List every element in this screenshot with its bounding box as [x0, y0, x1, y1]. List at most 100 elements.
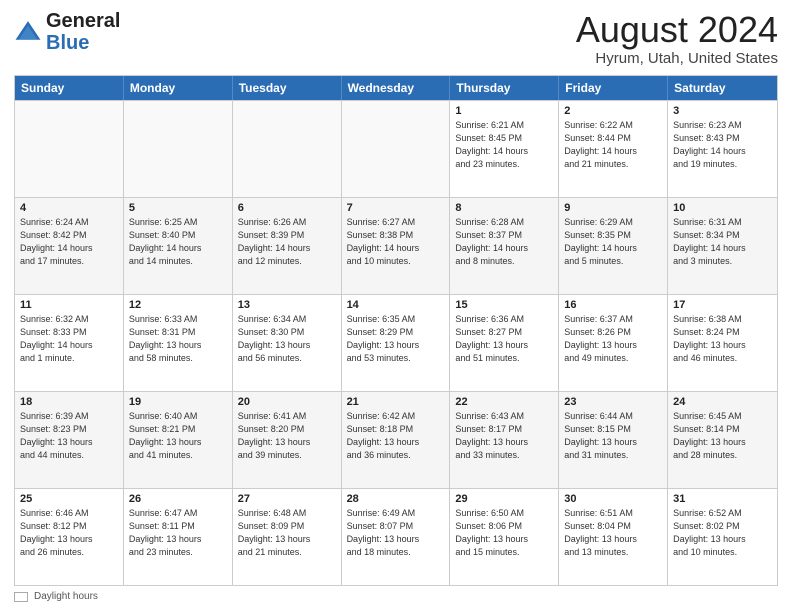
- day-info: Sunrise: 6:42 AM Sunset: 8:18 PM Dayligh…: [347, 410, 445, 462]
- day-cell-31: 31 Sunrise: 6:52 AM Sunset: 8:02 PM Dayli…: [668, 489, 777, 585]
- day-cell-2: 2 Sunrise: 6:22 AM Sunset: 8:44 PM Daylig…: [559, 101, 668, 197]
- day-info: Sunrise: 6:32 AM Sunset: 8:33 PM Dayligh…: [20, 313, 118, 365]
- day-header-friday: Friday: [559, 76, 668, 100]
- day-info: Sunrise: 6:44 AM Sunset: 8:15 PM Dayligh…: [564, 410, 662, 462]
- day-number: 7: [347, 202, 445, 214]
- page-title: August 2024: [576, 10, 778, 50]
- day-number: 6: [238, 202, 336, 214]
- day-number: 2: [564, 105, 662, 117]
- day-info: Sunrise: 6:36 AM Sunset: 8:27 PM Dayligh…: [455, 313, 553, 365]
- day-info: Sunrise: 6:29 AM Sunset: 8:35 PM Dayligh…: [564, 216, 662, 268]
- day-info: Sunrise: 6:49 AM Sunset: 8:07 PM Dayligh…: [347, 507, 445, 559]
- day-number: 24: [673, 396, 772, 408]
- empty-cell: [124, 101, 233, 197]
- day-info: Sunrise: 6:39 AM Sunset: 8:23 PM Dayligh…: [20, 410, 118, 462]
- day-cell-9: 9 Sunrise: 6:29 AM Sunset: 8:35 PM Daylig…: [559, 198, 668, 294]
- day-cell-29: 29Sunrise: 6:50 AM Sunset: 8:06 PM Dayli…: [450, 489, 559, 585]
- day-number: 12: [129, 299, 227, 311]
- day-cell-21: 21 Sunrise: 6:42 AM Sunset: 8:18 PM Dayli…: [342, 392, 451, 488]
- day-number: 4: [20, 202, 118, 214]
- day-number: 26: [129, 493, 227, 505]
- day-info: Sunrise: 6:46 AM Sunset: 8:12 PM Dayligh…: [20, 507, 118, 559]
- day-cell-24: 24 Sunrise: 6:45 AM Sunset: 8:14 PM Dayli…: [668, 392, 777, 488]
- calendar: SundayMondayTuesdayWednesdayThursdayFrid…: [14, 75, 778, 586]
- day-header-sunday: Sunday: [15, 76, 124, 100]
- day-info: Sunrise: 6:28 AM Sunset: 8:37 PM Dayligh…: [455, 216, 553, 268]
- day-cell-5: 5 Sunrise: 6:25 AM Sunset: 8:40 PM Daylig…: [124, 198, 233, 294]
- day-number: 10: [673, 202, 772, 214]
- footer-legend-box: [14, 592, 28, 602]
- day-cell-25: 25Sunrise: 6:46 AM Sunset: 8:12 PM Dayli…: [15, 489, 124, 585]
- day-info: Sunrise: 6:27 AM Sunset: 8:38 PM Dayligh…: [347, 216, 445, 268]
- empty-cell: [15, 101, 124, 197]
- day-cell-22: 22Sunrise: 6:43 AM Sunset: 8:17 PM Dayli…: [450, 392, 559, 488]
- day-cell-1: 1Sunrise: 6:21 AM Sunset: 8:45 PM Daylig…: [450, 101, 559, 197]
- calendar-row-3: 18Sunrise: 6:39 AM Sunset: 8:23 PM Dayli…: [15, 391, 777, 488]
- day-info: Sunrise: 6:26 AM Sunset: 8:39 PM Dayligh…: [238, 216, 336, 268]
- day-cell-8: 8 Sunrise: 6:28 AM Sunset: 8:37 PM Daylig…: [450, 198, 559, 294]
- day-number: 8: [455, 202, 553, 214]
- day-number: 5: [129, 202, 227, 214]
- day-header-saturday: Saturday: [668, 76, 777, 100]
- footer: Daylight hours: [14, 591, 778, 602]
- day-header-tuesday: Tuesday: [233, 76, 342, 100]
- day-number: 31: [673, 493, 772, 505]
- day-info: Sunrise: 6:41 AM Sunset: 8:20 PM Dayligh…: [238, 410, 336, 462]
- day-cell-27: 27Sunrise: 6:48 AM Sunset: 8:09 PM Dayli…: [233, 489, 342, 585]
- day-cell-26: 26 Sunrise: 6:47 AM Sunset: 8:11 PM Dayli…: [124, 489, 233, 585]
- day-cell-20: 20 Sunrise: 6:41 AM Sunset: 8:20 PM Dayli…: [233, 392, 342, 488]
- day-info: Sunrise: 6:45 AM Sunset: 8:14 PM Dayligh…: [673, 410, 772, 462]
- day-number: 21: [347, 396, 445, 408]
- day-cell-7: 7 Sunrise: 6:27 AM Sunset: 8:38 PM Daylig…: [342, 198, 451, 294]
- day-info: Sunrise: 6:47 AM Sunset: 8:11 PM Dayligh…: [129, 507, 227, 559]
- day-info: Sunrise: 6:25 AM Sunset: 8:40 PM Dayligh…: [129, 216, 227, 268]
- day-cell-17: 17Sunrise: 6:38 AM Sunset: 8:24 PM Dayli…: [668, 295, 777, 391]
- day-number: 3: [673, 105, 772, 117]
- logo-blue-text: Blue: [46, 32, 89, 54]
- day-cell-16: 16 Sunrise: 6:37 AM Sunset: 8:26 PM Dayli…: [559, 295, 668, 391]
- day-header-thursday: Thursday: [450, 76, 559, 100]
- day-number: 9: [564, 202, 662, 214]
- page: General Blue August 2024 Hyrum, Utah, Un…: [0, 0, 792, 612]
- day-cell-4: 4Sunrise: 6:24 AM Sunset: 8:42 PM Daylig…: [15, 198, 124, 294]
- day-number: 27: [238, 493, 336, 505]
- day-info: Sunrise: 6:22 AM Sunset: 8:44 PM Dayligh…: [564, 119, 662, 171]
- day-number: 20: [238, 396, 336, 408]
- day-number: 15: [455, 299, 553, 311]
- day-number: 29: [455, 493, 553, 505]
- day-cell-6: 6 Sunrise: 6:26 AM Sunset: 8:39 PM Daylig…: [233, 198, 342, 294]
- calendar-row-0: 1Sunrise: 6:21 AM Sunset: 8:45 PM Daylig…: [15, 100, 777, 197]
- day-cell-3: 3Sunrise: 6:23 AM Sunset: 8:43 PM Daylig…: [668, 101, 777, 197]
- day-number: 11: [20, 299, 118, 311]
- day-number: 28: [347, 493, 445, 505]
- calendar-row-2: 11 Sunrise: 6:32 AM Sunset: 8:33 PM Dayli…: [15, 294, 777, 391]
- day-number: 19: [129, 396, 227, 408]
- day-number: 16: [564, 299, 662, 311]
- day-cell-13: 13 Sunrise: 6:34 AM Sunset: 8:30 PM Dayli…: [233, 295, 342, 391]
- logo-icon: [14, 18, 42, 46]
- calendar-header: SundayMondayTuesdayWednesdayThursdayFrid…: [15, 76, 777, 100]
- page-subtitle: Hyrum, Utah, United States: [576, 50, 778, 67]
- day-number: 23: [564, 396, 662, 408]
- day-cell-19: 19Sunrise: 6:40 AM Sunset: 8:21 PM Dayli…: [124, 392, 233, 488]
- day-cell-14: 14Sunrise: 6:35 AM Sunset: 8:29 PM Dayli…: [342, 295, 451, 391]
- day-header-wednesday: Wednesday: [342, 76, 451, 100]
- footer-label: Daylight hours: [34, 591, 98, 602]
- day-cell-15: 15 Sunrise: 6:36 AM Sunset: 8:27 PM Dayli…: [450, 295, 559, 391]
- day-number: 17: [673, 299, 772, 311]
- day-info: Sunrise: 6:34 AM Sunset: 8:30 PM Dayligh…: [238, 313, 336, 365]
- calendar-row-1: 4Sunrise: 6:24 AM Sunset: 8:42 PM Daylig…: [15, 197, 777, 294]
- day-number: 13: [238, 299, 336, 311]
- day-cell-11: 11 Sunrise: 6:32 AM Sunset: 8:33 PM Dayli…: [15, 295, 124, 391]
- day-cell-18: 18Sunrise: 6:39 AM Sunset: 8:23 PM Dayli…: [15, 392, 124, 488]
- day-info: Sunrise: 6:31 AM Sunset: 8:34 PM Dayligh…: [673, 216, 772, 268]
- empty-cell: [233, 101, 342, 197]
- day-cell-12: 12Sunrise: 6:33 AM Sunset: 8:31 PM Dayli…: [124, 295, 233, 391]
- day-info: Sunrise: 6:37 AM Sunset: 8:26 PM Dayligh…: [564, 313, 662, 365]
- day-info: Sunrise: 6:43 AM Sunset: 8:17 PM Dayligh…: [455, 410, 553, 462]
- header: General Blue August 2024 Hyrum, Utah, Un…: [14, 10, 778, 67]
- day-number: 14: [347, 299, 445, 311]
- day-info: Sunrise: 6:52 AM Sunset: 8:02 PM Dayligh…: [673, 507, 772, 559]
- day-cell-10: 10 Sunrise: 6:31 AM Sunset: 8:34 PM Dayli…: [668, 198, 777, 294]
- calendar-row-4: 25Sunrise: 6:46 AM Sunset: 8:12 PM Dayli…: [15, 488, 777, 585]
